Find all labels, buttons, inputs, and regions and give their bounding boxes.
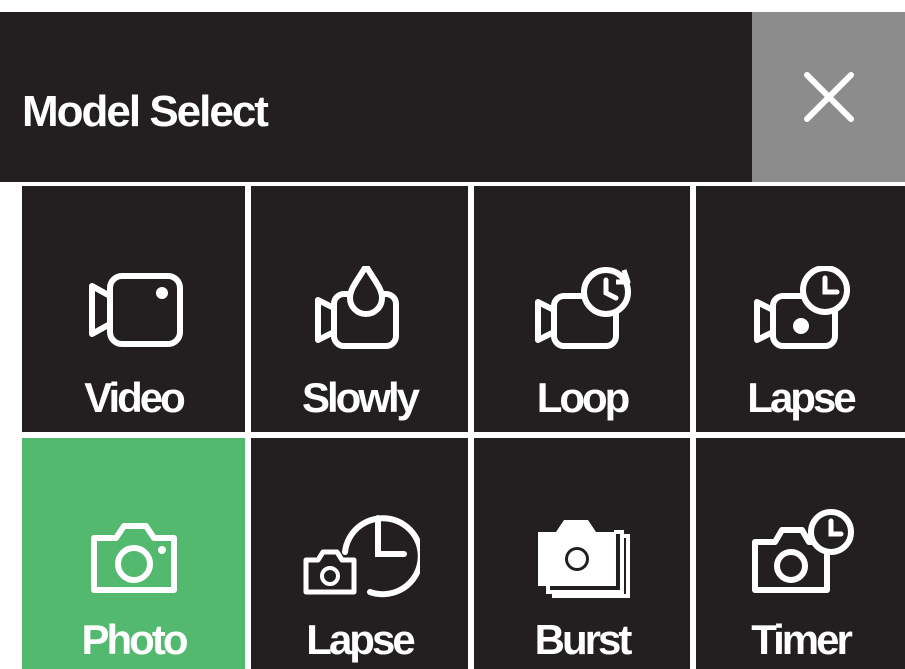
- mode-tile-video[interactable]: Video: [22, 186, 245, 432]
- page-title: Model Select: [22, 87, 269, 136]
- slow-motion-icon: [314, 266, 399, 349]
- video-camera-icon: [88, 273, 183, 347]
- mode-grid: Video Slowly Loop Lapse Photo Lapse Burs…: [0, 186, 905, 669]
- mode-label: Lapse: [306, 616, 415, 663]
- mode-tile-video-lapse[interactable]: Lapse: [696, 186, 905, 432]
- mode-tile-timer[interactable]: Timer: [696, 438, 905, 669]
- mode-tile-burst[interactable]: Burst: [474, 438, 690, 669]
- mode-label: Slowly: [301, 374, 420, 421]
- mode-label: Photo: [81, 616, 189, 663]
- photo-timelapse-icon: [303, 515, 420, 598]
- mode-tile-photo-lapse[interactable]: Lapse: [251, 438, 468, 669]
- mode-label: Lapse: [747, 374, 856, 421]
- photo-camera-icon: [90, 523, 177, 593]
- mode-tile-loop[interactable]: Loop: [474, 186, 690, 432]
- loop-recording-icon: [535, 267, 631, 349]
- close-icon: [803, 72, 854, 122]
- mode-label: Video: [84, 374, 186, 421]
- mode-tile-photo[interactable]: Photo: [22, 438, 245, 669]
- close-button[interactable]: [752, 12, 905, 182]
- self-timer-icon: [751, 509, 854, 593]
- mode-select-screen: Model Select Video Slowly Loop Lapse Pho…: [0, 0, 905, 669]
- mode-tile-slowly[interactable]: Slowly: [251, 186, 468, 432]
- mode-label: Loop: [536, 374, 631, 421]
- video-timelapse-icon: [753, 266, 850, 349]
- mode-label: Burst: [534, 616, 633, 663]
- mode-label: Timer: [751, 616, 853, 663]
- burst-photo-icon: [538, 520, 630, 598]
